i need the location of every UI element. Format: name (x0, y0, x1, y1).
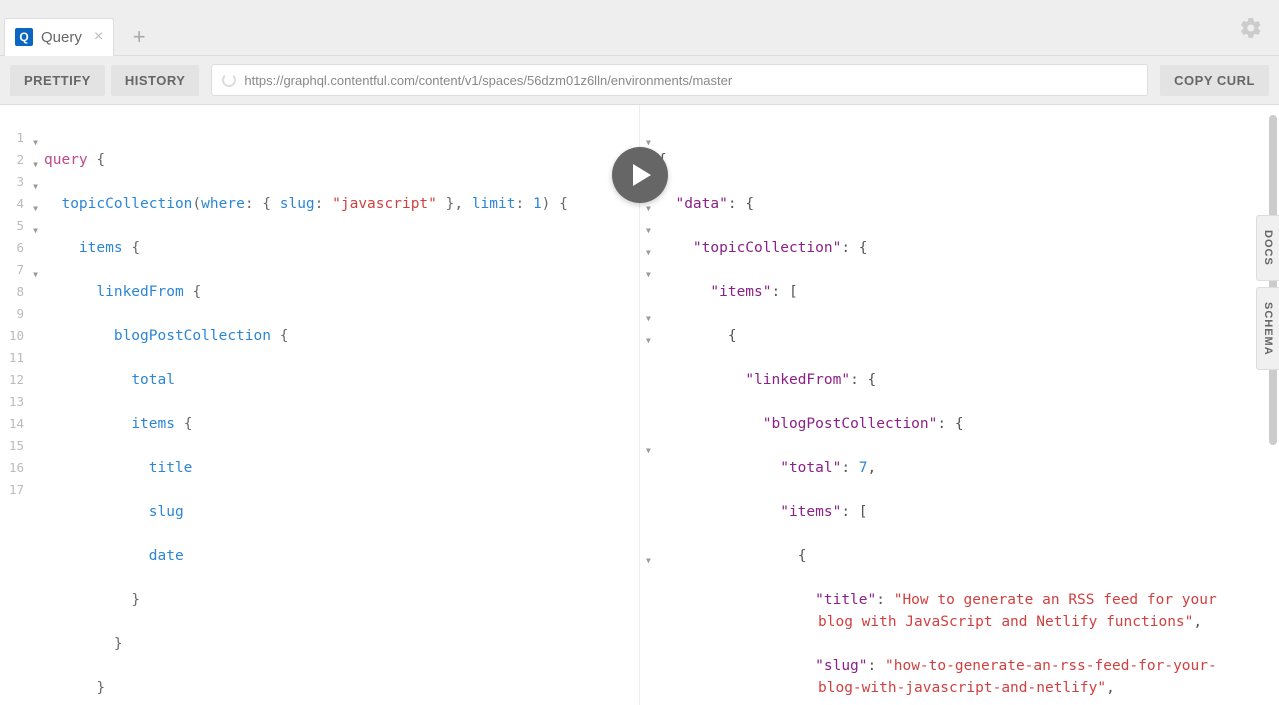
result-viewer[interactable]: ▼▼▼▼▼▼▼▼▼▼▼ { "data": { "topicCollection… (639, 105, 1279, 705)
add-tab-button[interactable]: + (120, 18, 158, 56)
url-bar[interactable]: https://graphql.contentful.com/content/v… (211, 64, 1148, 96)
prettify-button[interactable]: PRETTIFY (10, 65, 105, 96)
history-button[interactable]: HISTORY (111, 65, 200, 96)
schema-tab[interactable]: SCHEMA (1256, 287, 1279, 371)
side-tabs: DOCS SCHEMA (1256, 215, 1279, 370)
code-content[interactable]: query { topicCollection(where: { slug: "… (0, 127, 639, 705)
spinner-icon (222, 73, 236, 87)
toolbar: PRETTIFY HISTORY https://graphql.content… (0, 56, 1279, 105)
scrollbar[interactable] (1269, 105, 1277, 705)
query-editor[interactable]: 1▼2▼3▼4▼5▼67▼891011121314151617 query { … (0, 105, 639, 705)
play-icon (633, 164, 651, 186)
execute-button[interactable] (612, 147, 668, 203)
gear-icon[interactable] (1239, 16, 1263, 40)
close-icon[interactable]: × (94, 28, 103, 46)
docs-tab[interactable]: DOCS (1256, 215, 1279, 281)
query-icon: Q (15, 28, 33, 46)
tabs-bar: Q Query × + (0, 0, 1279, 56)
url-text: https://graphql.contentful.com/content/v… (244, 73, 732, 88)
tab-query[interactable]: Q Query × (4, 18, 114, 56)
result-fold-gutter: ▼▼▼▼▼▼▼▼▼▼▼ (640, 127, 656, 699)
line-numbers: 1▼2▼3▼4▼5▼67▼891011121314151617 (0, 127, 36, 501)
result-content: { "data": { "topicCollection": { "items"… (640, 127, 1279, 705)
content-area: 1▼2▼3▼4▼5▼67▼891011121314151617 query { … (0, 105, 1279, 705)
copy-curl-button[interactable]: COPY CURL (1160, 65, 1269, 96)
tab-title: Query (41, 29, 82, 46)
